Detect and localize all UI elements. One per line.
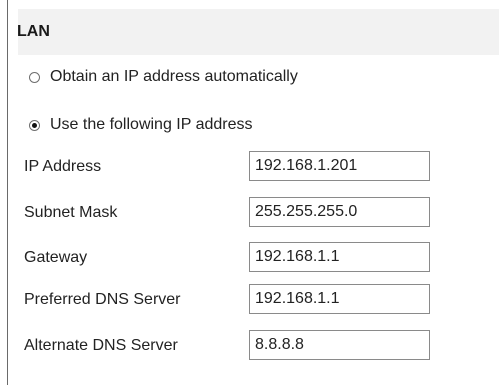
preferred-dns-input[interactable]: [249, 284, 430, 314]
radio-button-unchecked-icon[interactable]: [29, 71, 40, 83]
radio-use-following-ip[interactable]: Use the following IP address: [29, 114, 252, 136]
alternate-dns-label: Alternate DNS Server: [24, 337, 178, 354]
ip-address-label: IP Address: [24, 158, 102, 175]
radio-obtain-ip-automatically[interactable]: Obtain an IP address automatically: [29, 66, 298, 88]
subnet-mask-input[interactable]: [249, 197, 430, 227]
ip-address-input[interactable]: [249, 151, 430, 181]
subnet-mask-label: Subnet Mask: [24, 204, 118, 221]
gateway-input[interactable]: [249, 242, 430, 272]
section-title: LAN: [17, 23, 50, 40]
radio-label-obtain-automatically: Obtain an IP address automatically: [50, 68, 298, 85]
radio-label-use-following: Use the following IP address: [50, 116, 253, 133]
preferred-dns-label: Preferred DNS Server: [24, 291, 181, 308]
radio-button-checked-icon[interactable]: [29, 119, 40, 131]
alternate-dns-input[interactable]: [249, 330, 430, 360]
section-header: [18, 9, 499, 55]
lan-panel: [8, 0, 499, 385]
lan-settings-page: LAN Obtain an IP address automatically U…: [0, 0, 499, 385]
gateway-label: Gateway: [24, 249, 88, 266]
